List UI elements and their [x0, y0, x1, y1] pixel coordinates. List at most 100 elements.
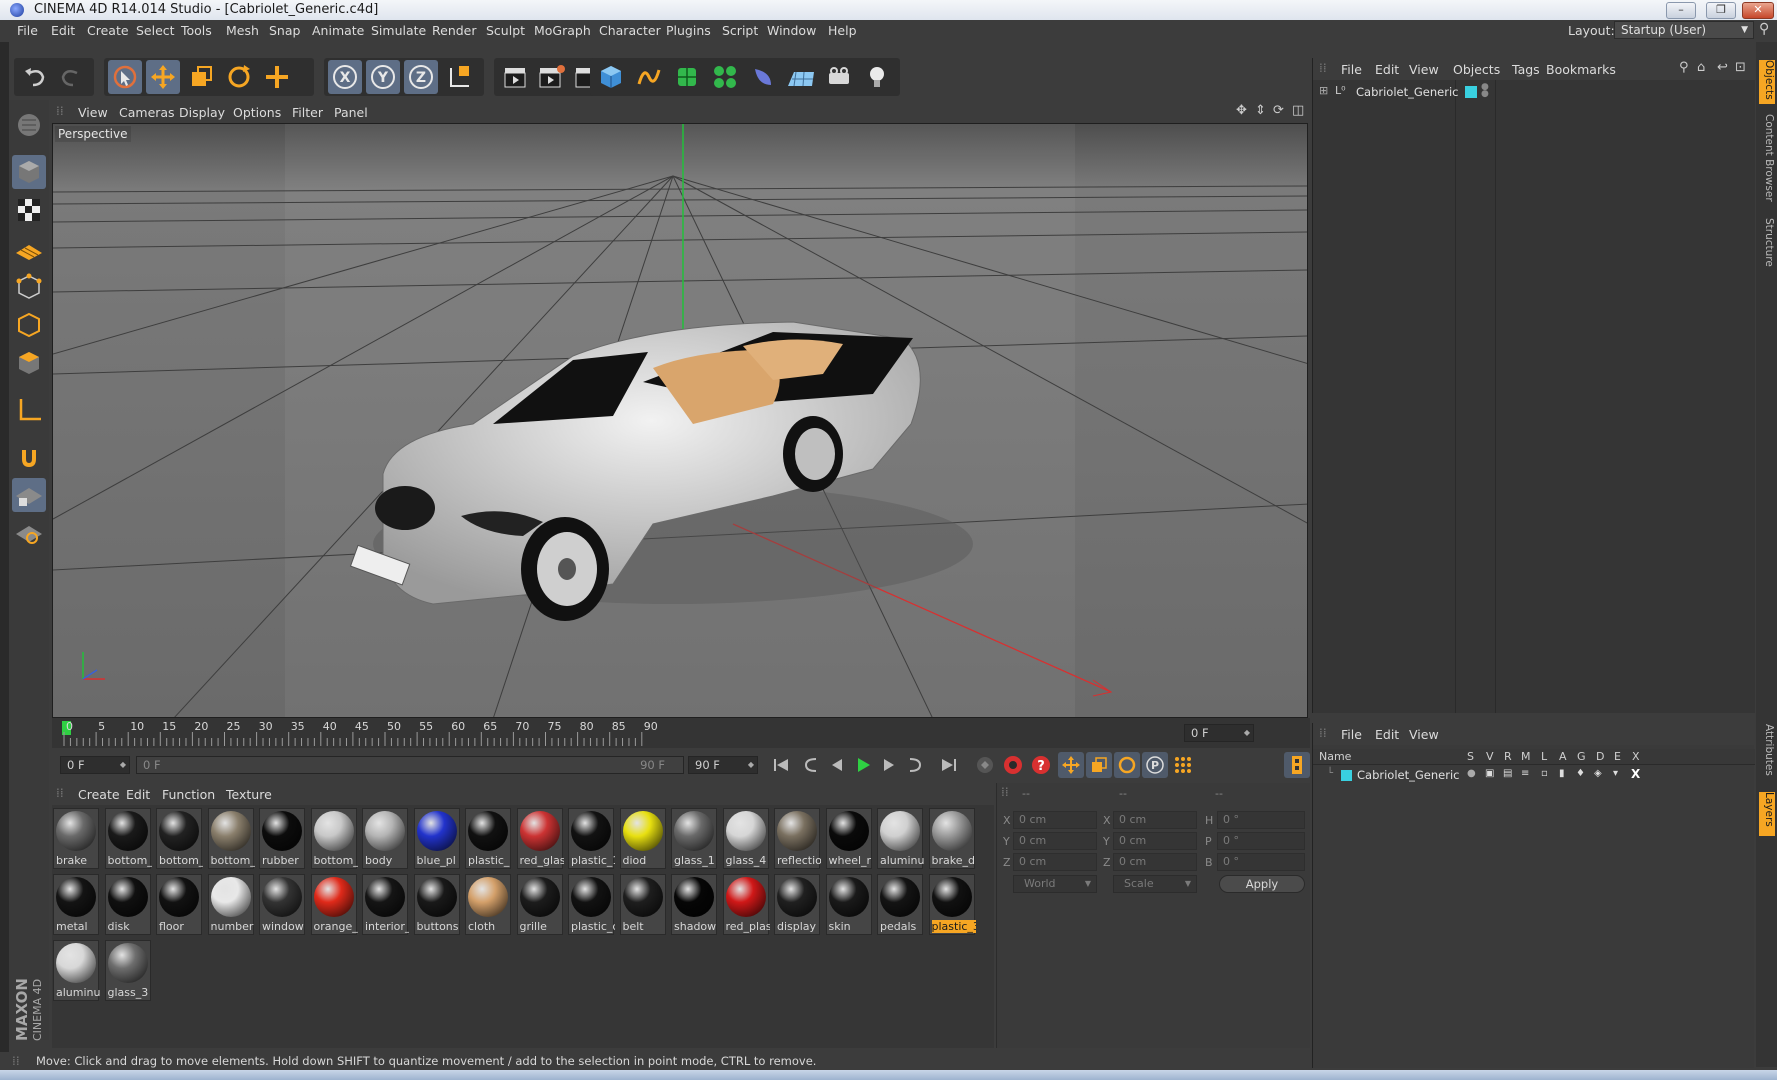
om-menu-file[interactable]: File — [1341, 62, 1362, 77]
pos-y-field[interactable]: 0 cm — [1013, 832, 1097, 850]
menu-render[interactable]: Render — [432, 23, 477, 38]
menu-sculpt[interactable]: Sculpt — [486, 23, 525, 38]
axis-mode-button[interactable] — [12, 393, 46, 427]
subdivision-button[interactable] — [670, 60, 704, 94]
material-menu-function[interactable]: Function — [162, 787, 215, 802]
go-to-start-button[interactable] — [768, 752, 794, 778]
menu-edit[interactable]: Edit — [51, 23, 75, 38]
column-view[interactable]: V — [1486, 750, 1494, 763]
material-swatch[interactable]: disk — [104, 874, 151, 935]
viewport-menu-filter[interactable]: Filter — [292, 105, 323, 120]
menu-mesh[interactable]: Mesh — [226, 23, 259, 38]
material-swatch[interactable]: aluminu — [53, 940, 100, 1001]
column-xref[interactable]: X — [1632, 750, 1640, 763]
viewport-menu-panel[interactable]: Panel — [334, 105, 368, 120]
material-swatch[interactable]: glass_4 — [722, 808, 769, 869]
material-swatch[interactable]: rubber — [259, 808, 305, 869]
workplane-lock-button[interactable] — [12, 478, 46, 512]
record-position-button[interactable] — [972, 752, 998, 778]
material-swatch[interactable]: buttons — [413, 874, 460, 935]
om-menu-tags[interactable]: Tags — [1512, 62, 1540, 77]
material-swatch[interactable]: wheel_r — [825, 808, 872, 869]
expand-icon[interactable]: ⊞ — [1319, 84, 1328, 97]
size-y-field[interactable]: 0 cm — [1113, 832, 1197, 850]
render-icon[interactable]: ▤ — [1503, 768, 1512, 779]
maximize-view-icon[interactable]: ◫ — [1292, 103, 1304, 118]
rot-p-field[interactable]: 0 ° — [1217, 832, 1305, 850]
material-swatch[interactable]: plastic_c — [568, 874, 615, 935]
menu-script[interactable]: Script — [722, 23, 758, 38]
material-swatch[interactable]: display — [774, 874, 820, 935]
perspective-viewport[interactable]: Perspective — [52, 123, 1308, 718]
material-swatch[interactable]: red_plas — [722, 874, 770, 935]
material-swatch[interactable]: bottom_ — [156, 808, 203, 869]
record-button[interactable] — [1000, 752, 1026, 778]
menu-tools[interactable]: Tools — [181, 23, 212, 38]
generator-icon[interactable]: ♦ — [1576, 768, 1585, 779]
material-menu-create[interactable]: Create — [78, 787, 120, 802]
camera-button[interactable] — [822, 60, 856, 94]
object-row[interactable]: ⊞ L⁰ Cabriolet_Generic ● ● — [1317, 83, 1755, 102]
column-locked[interactable]: L — [1541, 750, 1547, 763]
material-swatch[interactable]: glass_3 — [104, 940, 151, 1001]
viewport-menu-options[interactable]: Options — [233, 105, 281, 120]
rot-h-field[interactable]: 0 ° — [1217, 811, 1305, 829]
om-menu-edit[interactable]: Edit — [1375, 62, 1399, 77]
spline-button[interactable] — [632, 60, 666, 94]
deformer-button[interactable] — [746, 60, 780, 94]
make-editable-button[interactable] — [12, 108, 46, 142]
expression-icon[interactable]: ▾ — [1613, 768, 1618, 779]
film-icon[interactable]: ▮ — [1559, 768, 1565, 779]
recent-tool-button[interactable] — [260, 60, 294, 94]
material-swatch[interactable]: skin — [825, 874, 872, 935]
size-z-field[interactable]: 0 cm — [1113, 853, 1197, 871]
menu-window[interactable]: Window — [767, 23, 816, 38]
material-swatch[interactable]: brake_d — [928, 808, 975, 869]
key-parameter-button[interactable]: P — [1142, 752, 1168, 778]
material-swatch[interactable]: diod — [619, 808, 666, 869]
solo-icon[interactable]: ● — [1467, 768, 1476, 779]
layer-color-swatch[interactable] — [1341, 770, 1352, 781]
coordinate-system-button[interactable] — [442, 60, 476, 94]
max-frame-field[interactable]: 90 F ◆ — [688, 756, 758, 774]
material-swatch[interactable]: reflectio — [774, 808, 821, 869]
array-button[interactable] — [708, 60, 742, 94]
material-swatch[interactable]: orange_ — [310, 874, 358, 935]
frame-range-slider[interactable]: 0 F 90 F — [136, 756, 684, 774]
material-swatch[interactable]: glass_1 — [671, 808, 717, 869]
material-swatch[interactable]: plastic_ — [465, 808, 511, 869]
material-swatch[interactable]: red_glas — [516, 808, 564, 869]
rotate-view-icon[interactable]: ⟳ — [1273, 103, 1284, 118]
live-selection-button[interactable] — [108, 60, 142, 94]
column-name[interactable]: Name — [1319, 750, 1351, 763]
menu-animate[interactable]: Animate — [312, 23, 364, 38]
x-axis-button[interactable]: X — [328, 60, 362, 94]
menu-snap[interactable]: Snap — [269, 23, 300, 38]
column-render[interactable]: R — [1504, 750, 1512, 763]
rot-b-field[interactable]: 0 ° — [1217, 853, 1305, 871]
y-axis-button[interactable]: Y — [366, 60, 400, 94]
menu-character[interactable]: Character — [599, 23, 661, 38]
viewport-menu-display[interactable]: Display — [179, 105, 225, 120]
viewport-menu-view[interactable]: View — [78, 105, 108, 120]
material-swatch[interactable]: body — [362, 808, 408, 869]
play-button[interactable] — [850, 752, 876, 778]
size-x-field[interactable]: 0 cm — [1113, 811, 1197, 829]
material-swatch[interactable]: bottom_ — [104, 808, 152, 869]
coordinate-space-dropdown[interactable]: World ▼ — [1013, 875, 1097, 893]
previous-frame-button[interactable] — [824, 752, 850, 778]
material-swatch[interactable]: bottom_ — [310, 808, 358, 869]
layer-row[interactable]: └ Cabriolet_Generic ● ▣ ▤ ≡ ▫ ▮ ♦ ◈ ▾ X — [1313, 767, 1755, 784]
workplane-mode-button[interactable] — [12, 231, 46, 265]
pan-view-icon[interactable]: ✥ — [1236, 103, 1247, 118]
material-swatch[interactable]: interior_ — [362, 874, 409, 935]
pos-z-field[interactable]: 0 cm — [1013, 853, 1097, 871]
snap-button[interactable] — [12, 440, 46, 474]
layer-menu-edit[interactable]: Edit — [1375, 727, 1399, 742]
coordinate-mode-dropdown[interactable]: Scale ▼ — [1113, 875, 1197, 893]
edges-mode-button[interactable] — [12, 308, 46, 342]
visibility-dots-icon[interactable]: ● ● — [1481, 83, 1489, 99]
planar-workplane-button[interactable] — [12, 516, 46, 550]
light-button[interactable] — [860, 60, 894, 94]
restore-button[interactable]: ❐ — [1706, 2, 1736, 19]
